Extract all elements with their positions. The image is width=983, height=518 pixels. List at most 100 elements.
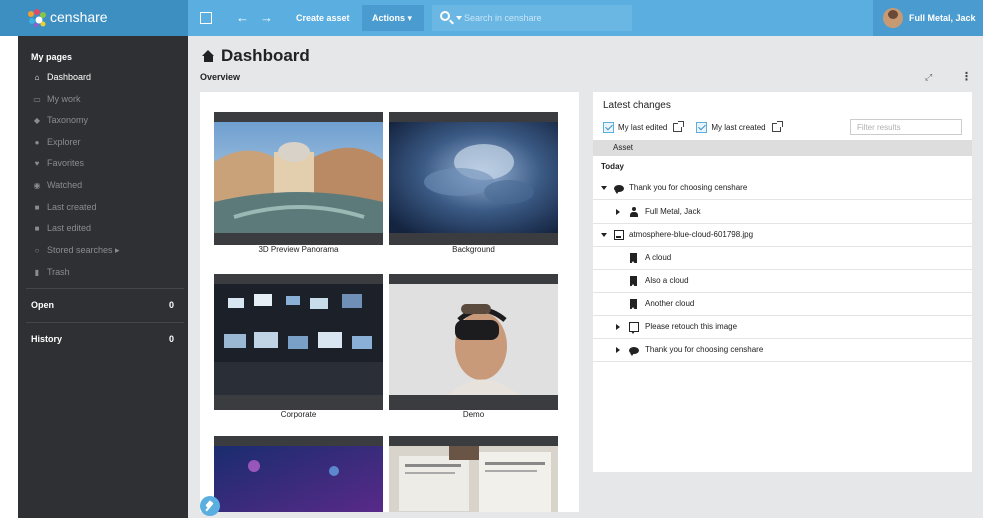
sidebar-item-last-created[interactable]: ■ Last created [31, 199, 181, 215]
collapse-toggle-icon[interactable] [601, 233, 607, 237]
my-last-created-checkbox[interactable] [696, 121, 708, 133]
heart-icon: ♥ [34, 159, 40, 168]
expand-toggle-icon[interactable] [616, 347, 620, 353]
page-title: Dashboard [202, 46, 310, 66]
expand-icon[interactable]: ⤢ [925, 72, 932, 83]
asset-tile[interactable] [389, 436, 558, 512]
eye-icon: ◉ [33, 181, 41, 190]
list-item[interactable]: Please retouch this image [593, 316, 972, 339]
sidebar-item-favorites[interactable]: ♥ Favorites [31, 155, 181, 171]
filter-results-input[interactable] [850, 119, 962, 135]
top-bar: censhare ← → Create asset Actions ▾ Full… [0, 0, 983, 36]
search-icon[interactable] [440, 11, 450, 21]
asset-tile-caption[interactable]: Corporate [214, 410, 383, 419]
create-asset-button[interactable]: Create asset [296, 0, 350, 36]
clouds-thumbnail [389, 122, 558, 233]
home-icon [202, 50, 215, 62]
bookmark-icon [630, 276, 637, 287]
expand-toggle-icon[interactable] [616, 209, 620, 215]
asset-tile[interactable] [389, 112, 558, 245]
sidebar-item-label: Last edited [47, 223, 92, 233]
sidebar-section-history[interactable]: History [31, 334, 62, 344]
sidebar-item-label: Favorites [47, 158, 85, 168]
sidebar-divider [26, 322, 184, 323]
my-last-edited-checkbox[interactable] [603, 121, 614, 133]
list-item-label: Full Metal, Jack [645, 207, 701, 216]
collapse-toggle-icon[interactable] [601, 186, 607, 190]
list-item-label: Also a cloud [645, 276, 689, 285]
external-link-icon[interactable] [673, 120, 685, 132]
sidebar-item-label: Explorer [47, 137, 81, 147]
list-item-label: Thank you for choosing censhare [645, 345, 764, 354]
sidebar-divider [26, 288, 184, 289]
comment-icon [614, 185, 624, 194]
sidebar-section-open[interactable]: Open [31, 300, 54, 310]
asset-tile[interactable] [389, 274, 558, 410]
sidebar-item-my-work[interactable]: ▭ My work [31, 91, 181, 107]
back-arrow-icon[interactable]: ← [236, 10, 249, 26]
list-item[interactable]: Another cloud [593, 293, 972, 316]
sidebar-item-last-edited[interactable]: ■ Last edited [31, 220, 181, 236]
list-item-label: A cloud [645, 253, 672, 262]
expand-toggle-icon[interactable] [616, 324, 620, 330]
user-name[interactable]: Full Metal, Jack [909, 0, 976, 36]
plus-doc-icon: ■ [34, 203, 40, 212]
asset-tile-caption[interactable]: Background [389, 245, 558, 254]
search-icon: ○ [34, 246, 40, 255]
sidebar-item-taxonomy[interactable]: ◆ Taxonomy [31, 112, 181, 128]
list-item[interactable]: Also a cloud [593, 270, 972, 293]
panorama-thumbnail [214, 122, 383, 233]
sidebar-heading-my-pages: My pages [31, 52, 73, 62]
group-label-today: Today [601, 162, 624, 171]
main-content: Dashboard Overview ⤢ ⋮ 3D Preview Panora… [188, 36, 983, 518]
sidebar-item-stored-searches[interactable]: ○ Stored searches ▸ [31, 242, 181, 258]
latest-changes-filters: My last edited My last created [603, 120, 795, 134]
list-item[interactable]: A cloud [593, 247, 972, 270]
pin-icon[interactable] [200, 496, 220, 516]
sidebar-item-label: My work [47, 94, 81, 104]
user-menu[interactable]: Full Metal, Jack [873, 0, 983, 36]
brand-name: censhare [50, 9, 108, 25]
person-icon [629, 207, 639, 217]
list-item[interactable]: Thank you for choosing censhare [593, 339, 972, 362]
asset-tile-caption[interactable]: 3D Preview Panorama [214, 245, 383, 254]
sidebar-item-watched[interactable]: ◉ Watched [31, 177, 181, 193]
comment-icon [629, 347, 639, 356]
list-item[interactable]: Full Metal, Jack [593, 201, 972, 224]
edit-doc-icon: ■ [34, 224, 40, 233]
asset-tiles-panel: 3D Preview Panorama Background Corporate… [200, 92, 579, 512]
sidebar-item-label: Dashboard [47, 72, 92, 82]
asset-tile-caption[interactable]: Demo [389, 410, 558, 419]
asset-tile[interactable] [214, 274, 383, 410]
latest-changes-panel: Latest changes My last edited My last cr… [593, 92, 972, 472]
sidebar-item-explorer[interactable]: ● Explorer [31, 134, 181, 150]
search-box[interactable] [432, 5, 632, 31]
panel-toggle-icon[interactable] [200, 12, 212, 24]
logo-area[interactable]: censhare [0, 0, 188, 36]
my-last-created-label[interactable]: My last created [711, 123, 765, 132]
asset-tile[interactable] [214, 112, 383, 245]
actions-menu-button[interactable]: Actions ▾ [362, 5, 424, 31]
column-header-asset[interactable]: Asset [593, 140, 972, 156]
image-icon [614, 230, 624, 240]
my-last-edited-label[interactable]: My last edited [618, 123, 667, 132]
more-options-icon[interactable]: ⋮ [961, 70, 972, 83]
sidebar-item-trash[interactable]: ▮ Trash [31, 264, 181, 280]
list-item[interactable]: Thank you for choosing censhare [593, 177, 972, 200]
monitor-icon: ▭ [33, 95, 41, 104]
list-item-label: Thank you for choosing censhare [629, 183, 748, 192]
asset-tile[interactable] [214, 436, 383, 512]
list-item[interactable]: atmosphere-blue-cloud-601798.jpg [593, 224, 972, 247]
home-icon: ⌂ [34, 73, 40, 82]
censhare-logo-icon [28, 9, 46, 27]
sidebar-item-label: Taxonomy [47, 115, 89, 125]
avatar[interactable] [883, 8, 903, 28]
sidebar-item-label: Last created [47, 202, 97, 212]
task-icon [629, 322, 639, 334]
sidebar-item-dashboard[interactable]: ⌂ Dashboard [31, 69, 181, 85]
forward-arrow-icon[interactable]: → [260, 10, 273, 26]
search-scope-chevron-icon[interactable] [456, 16, 462, 20]
external-link-icon[interactable] [771, 120, 783, 132]
search-input[interactable] [464, 9, 624, 27]
compass-icon: ● [34, 138, 40, 147]
